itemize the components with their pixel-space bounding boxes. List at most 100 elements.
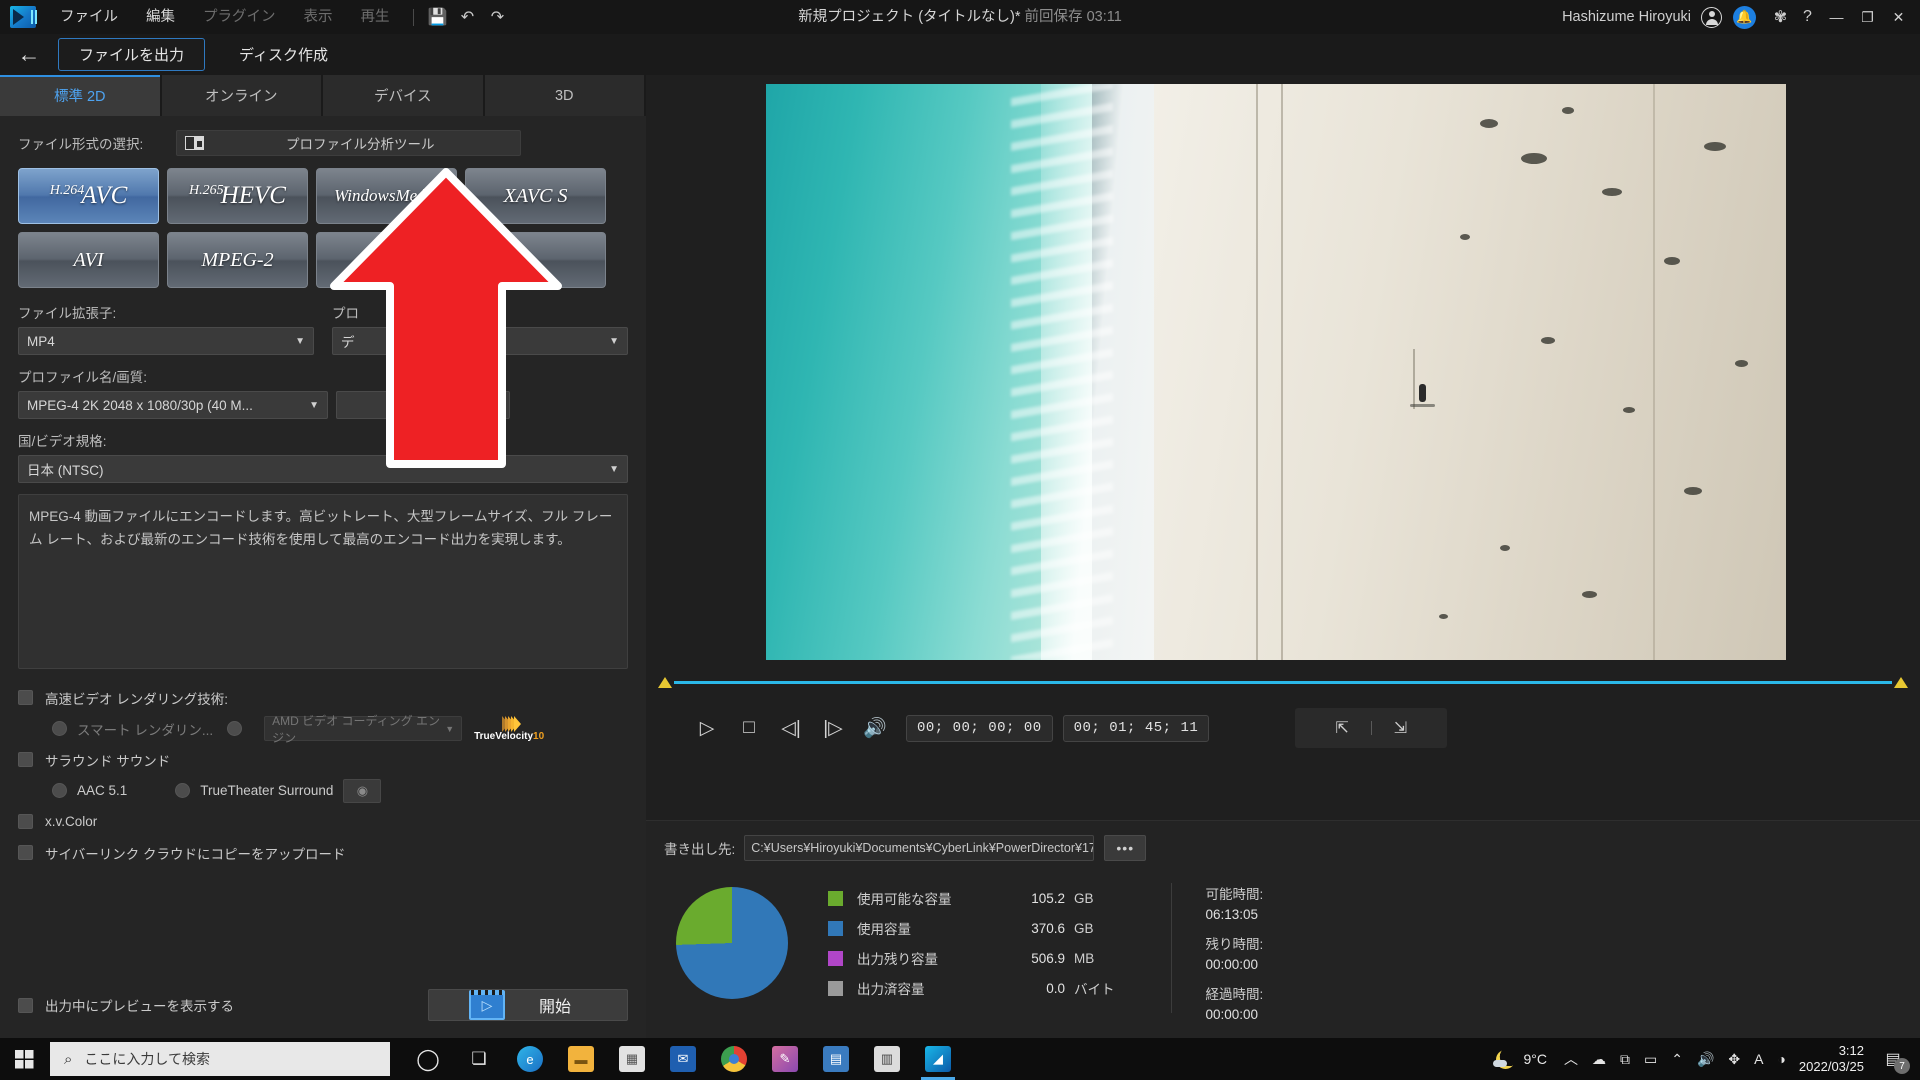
powerdirector-icon[interactable]: ◢ (914, 1038, 962, 1080)
preview-timeline[interactable] (658, 675, 1908, 689)
tab-standard-2d[interactable]: 標準 2D (0, 75, 160, 116)
radio-aac51[interactable] (52, 783, 67, 798)
option-xvcolor[interactable]: x.v.Color (18, 806, 628, 837)
store-icon[interactable]: ▦ (608, 1038, 656, 1080)
search-input[interactable]: ⌕ ここに入力して検索 (50, 1042, 390, 1076)
volume-icon[interactable]: 🔊 (854, 708, 896, 748)
hw-encoder-select[interactable]: AMD ビデオ コーディング エンジン ▼ (264, 716, 462, 741)
start-button[interactable]: ▷ 開始 (428, 989, 628, 1021)
notification-bell-icon[interactable]: 🔔 (1733, 6, 1756, 29)
menu-edit[interactable]: 編集 (132, 0, 189, 34)
checkbox-xvcolor[interactable] (18, 814, 33, 829)
radio-hw-encoder[interactable] (227, 721, 242, 736)
play-icon[interactable]: ▷ (686, 708, 728, 748)
checkbox-fast-render[interactable] (18, 690, 33, 705)
action-center-icon[interactable]: ▤ 7 (1876, 1038, 1910, 1080)
radio-smart-render[interactable] (52, 721, 67, 736)
preview-eye-icon[interactable]: ◉ (343, 779, 381, 803)
format-button-avi[interactable]: AVI (18, 232, 159, 288)
edge-icon[interactable]: e (506, 1038, 554, 1080)
undo-icon[interactable]: ↶ (453, 0, 483, 34)
paint-icon[interactable]: ✎ (761, 1038, 809, 1080)
profile-name-select[interactable]: MPEG-4 2K 2048 x 1080/30p (40 M... ▼ (18, 391, 328, 419)
clock-app-icon[interactable]: ◑ (1770, 1038, 1792, 1080)
stop-icon[interactable]: □ (728, 708, 770, 748)
profile-analysis-label: プロファイル分析ツール (208, 133, 512, 153)
restore-button[interactable]: ❐ (1852, 0, 1883, 34)
ime-icon[interactable]: A (1747, 1038, 1770, 1080)
in-marker-icon[interactable] (658, 677, 672, 688)
checkbox-preview-during-output[interactable] (18, 998, 33, 1013)
tab-create-disc[interactable]: ディスク作成 (219, 39, 348, 70)
chevron-down-icon: ▼ (609, 464, 619, 475)
settings-gear-icon[interactable]: ✾ (1767, 0, 1794, 34)
volume-icon[interactable]: 🔊 (1690, 1038, 1721, 1080)
tab-device[interactable]: デバイス (323, 75, 483, 116)
dropbox-icon[interactable]: ✥ (1721, 1038, 1747, 1080)
close-button[interactable]: ✕ (1883, 0, 1914, 34)
mark-in-icon[interactable]: ⇱ (1335, 718, 1348, 738)
menu-file[interactable]: ファイル (46, 0, 132, 34)
title-bar: ファイル 編集 プラグイン 表示 再生 💾 ↶ ↷ 新規プロジェクト (タイトル… (0, 0, 1920, 34)
output-info-section: 書き出し先: C:¥Users¥Hiroyuki¥Documents¥Cyber… (646, 820, 1920, 1050)
format-button-avc[interactable]: H.264AVC (18, 168, 159, 224)
save-icon[interactable]: 💾 (423, 0, 453, 34)
wifi-icon[interactable]: ⌃ (1664, 1038, 1690, 1080)
out-marker-icon[interactable] (1894, 677, 1908, 688)
tab-online[interactable]: オンライン (162, 75, 322, 116)
taskbar-clock[interactable]: 3:12 2022/03/25 (1793, 1043, 1876, 1076)
tab-produce-file[interactable]: ファイルを出力 (58, 38, 205, 71)
checkbox-cloud-upload[interactable] (18, 845, 33, 860)
output-path-input[interactable]: C:¥Users¥Hiroyuki¥Documents¥CyberLink¥Po… (744, 835, 1094, 861)
option-surround[interactable]: サラウンド サウンド (18, 744, 628, 775)
menu-view[interactable]: 表示 (290, 0, 347, 34)
taskbar-apps: ◯ ❏ e ▬ ▦ ✉ ✎ ▤ ▥ ◢ (404, 1038, 962, 1080)
tab-3d[interactable]: 3D (485, 75, 645, 116)
menu-play[interactable]: 再生 (347, 0, 404, 34)
browse-button[interactable]: ••• (1104, 835, 1146, 861)
previous-frame-icon[interactable]: ◁| (770, 708, 812, 748)
screen-share-icon[interactable]: ⧉ (1613, 1038, 1637, 1080)
render-film-icon: ▷ (469, 990, 505, 1020)
stats-divider (1171, 883, 1172, 1013)
app-blue-icon[interactable]: ▤ (812, 1038, 860, 1080)
cloud-upload-label: サイバーリンク クラウドにコピーをアップロード (45, 843, 345, 863)
mail-icon[interactable]: ✉ (659, 1038, 707, 1080)
extension-value: MP4 (27, 334, 55, 349)
back-arrow-icon[interactable]: ← (0, 34, 58, 75)
menu-plugin[interactable]: プラグイン (189, 0, 290, 34)
format-button-mpeg2[interactable]: MPEG-2 (167, 232, 308, 288)
remaining-time-value: 00:00:00 (1206, 957, 1264, 972)
chevron-up-icon[interactable]: ︿ (1557, 1038, 1585, 1080)
redo-icon[interactable]: ↷ (483, 0, 513, 34)
timecode-total[interactable]: 00; 01; 45; 11 (1063, 715, 1210, 742)
extension-select[interactable]: MP4 ▼ (18, 327, 314, 355)
mark-out-icon[interactable]: ⇲ (1394, 718, 1407, 738)
video-preview[interactable] (766, 84, 1786, 660)
next-frame-icon[interactable]: |▷ (812, 708, 854, 748)
cortana-circle-icon[interactable]: ◯ (404, 1038, 452, 1080)
media-icon[interactable]: ▥ (863, 1038, 911, 1080)
option-cloud-upload[interactable]: サイバーリンク クラウドにコピーをアップロード (18, 837, 628, 868)
app-logo-icon (0, 0, 46, 34)
timeline-track[interactable] (674, 681, 1892, 684)
output-path-row: 書き出し先: C:¥Users¥Hiroyuki¥Documents¥Cyber… (646, 821, 1920, 861)
onedrive-icon[interactable]: ☁ (1585, 1038, 1613, 1080)
radio-truetheater[interactable] (175, 783, 190, 798)
timecode-current[interactable]: 00; 00; 00; 00 (906, 715, 1053, 742)
battery-icon[interactable]: ▭ (1637, 1038, 1664, 1080)
weather-widget[interactable]: 9°C (1492, 1050, 1557, 1069)
windows-start-icon[interactable] (0, 1038, 48, 1080)
format-description: MPEG-4 動画ファイルにエンコードします。高ビットレート、大型フレームサイズ… (18, 494, 628, 669)
task-view-icon[interactable]: ❏ (455, 1038, 503, 1080)
playback-controls: ▷ □ ◁| |▷ 🔊 00; 00; 00; 00 00; 01; 45; 1… (646, 703, 1920, 753)
format-button-hevc[interactable]: H.265HEVC (167, 168, 308, 224)
option-fast-render[interactable]: 高速ビデオ レンダリング技術: (18, 682, 628, 713)
profile-analysis-button[interactable]: プロファイル分析ツール (176, 130, 521, 156)
minimize-button[interactable]: — (1821, 0, 1852, 34)
file-explorer-icon[interactable]: ▬ (557, 1038, 605, 1080)
checkbox-surround[interactable] (18, 752, 33, 767)
account-icon[interactable] (1701, 7, 1722, 28)
chrome-icon[interactable] (710, 1038, 758, 1080)
help-question-icon[interactable]: ? (1794, 0, 1821, 34)
